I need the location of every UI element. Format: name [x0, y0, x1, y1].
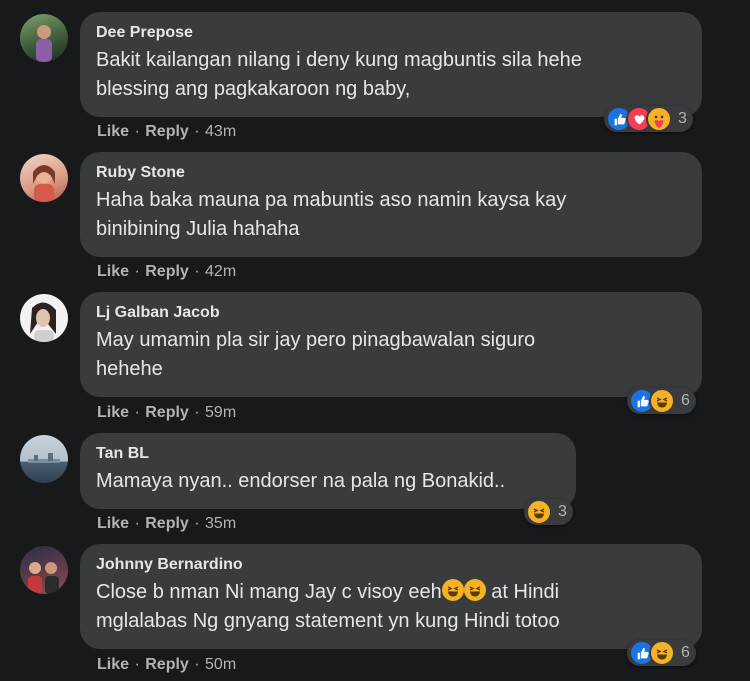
comment-line: Close b nman Ni mang Jay c visoy eeh at …: [96, 578, 686, 607]
reaction-count: 6: [681, 392, 690, 409]
reply-link[interactable]: Reply: [145, 404, 189, 421]
avatar[interactable]: [20, 14, 68, 62]
comment-line: binibining Julia hahaha: [96, 218, 300, 240]
comment-bubble: Ruby Stone Haha baka mauna pa mabuntis a…: [80, 152, 702, 257]
avatar-photo: [33, 165, 55, 202]
separator: ·: [189, 263, 205, 280]
avatar-photo: [28, 453, 60, 463]
reaction-count: 6: [681, 644, 690, 661]
reaction-count: 3: [678, 110, 687, 127]
timestamp[interactable]: 35m: [205, 515, 236, 532]
avatar[interactable]: [20, 154, 68, 202]
haha-icon: [463, 579, 486, 601]
reactions-summary[interactable]: 3: [524, 499, 573, 525]
avatar[interactable]: [20, 435, 68, 483]
separator: ·: [130, 263, 145, 280]
comment-bubble: Tan BL Mamaya nyan.. endorser na pala ng…: [80, 433, 576, 509]
reply-link[interactable]: Reply: [145, 263, 189, 280]
comment-actions: Like · Reply · 59m: [97, 404, 236, 422]
like-link[interactable]: Like: [97, 404, 129, 421]
like-link[interactable]: Like: [97, 123, 129, 140]
avatar-photo: [28, 562, 59, 594]
comment-actions: Like · Reply · 50m: [97, 656, 236, 674]
comment-author[interactable]: Lj Galban Jacob: [96, 304, 686, 322]
like-link[interactable]: Like: [97, 515, 129, 532]
comment-line: Mamaya nyan.. endorser na pala ng Bonaki…: [96, 470, 506, 492]
like-link[interactable]: Like: [97, 263, 129, 280]
care-icon: [646, 106, 672, 132]
reaction-count: 3: [558, 503, 567, 520]
like-link[interactable]: Like: [97, 656, 129, 673]
comment-text: Bakit kailangan nilang i deny kung magbu…: [96, 46, 686, 104]
comment-bubble: Dee Prepose Bakit kailangan nilang i den…: [80, 12, 702, 117]
comment-author[interactable]: Johnny Bernardino: [96, 556, 686, 574]
comment-text: Mamaya nyan.. endorser na pala ng Bonaki…: [96, 467, 560, 496]
reply-link[interactable]: Reply: [145, 656, 189, 673]
comment-author[interactable]: Tan BL: [96, 445, 560, 463]
comment-line: mglalabas Ng gnyang statement yn kung Hi…: [96, 610, 560, 632]
comment-actions: Like · Reply · 43m: [97, 123, 236, 141]
comment-line: Haha baka mauna pa mabuntis aso namin ka…: [96, 189, 567, 211]
comment-text: Close b nman Ni mang Jay c visoy eeh at …: [96, 578, 686, 636]
avatar-photo: [30, 302, 56, 342]
separator: ·: [130, 515, 145, 532]
comment-line: hehehe: [96, 358, 163, 380]
comment-author[interactable]: Dee Prepose: [96, 24, 686, 42]
comment-actions: Like · Reply · 42m: [97, 263, 236, 281]
comment-line: Bakit kailangan nilang i deny kung magbu…: [96, 49, 582, 71]
comment-text: Haha baka mauna pa mabuntis aso namin ka…: [96, 186, 686, 244]
reactions-summary[interactable]: 6: [627, 640, 696, 666]
separator: ·: [189, 656, 205, 673]
comment-bubble: Johnny Bernardino Close b nman Ni mang J…: [80, 544, 702, 649]
separator: ·: [130, 404, 145, 421]
separator: ·: [189, 515, 205, 532]
comment-text: May umamin pla sir jay pero pinagbawalan…: [96, 326, 686, 384]
timestamp[interactable]: 50m: [205, 656, 236, 673]
separator: ·: [189, 123, 205, 140]
separator: ·: [189, 404, 205, 421]
separator: ·: [130, 656, 145, 673]
reply-link[interactable]: Reply: [145, 515, 189, 532]
avatar-photo: [36, 25, 52, 62]
comment-line: blessing ang pagkakaroon ng baby,: [96, 78, 411, 100]
haha-icon: [649, 388, 675, 414]
avatar[interactable]: [20, 546, 68, 594]
comment-actions: Like · Reply · 35m: [97, 515, 236, 533]
timestamp[interactable]: 42m: [205, 263, 236, 280]
haha-icon: [441, 579, 464, 601]
timestamp[interactable]: 43m: [205, 123, 236, 140]
haha-icon: [526, 499, 552, 525]
reply-link[interactable]: Reply: [145, 123, 189, 140]
reactions-summary[interactable]: 6: [627, 388, 696, 414]
separator: ·: [130, 123, 145, 140]
timestamp[interactable]: 59m: [205, 404, 236, 421]
comment-line: May umamin pla sir jay pero pinagbawalan…: [96, 329, 536, 351]
comment-text-segment: at Hindi: [485, 581, 560, 603]
comment-text-segment: Close b nman Ni mang Jay c visoy eeh: [96, 581, 442, 603]
reactions-summary[interactable]: 3: [604, 106, 693, 132]
comment-author[interactable]: Ruby Stone: [96, 164, 686, 182]
avatar[interactable]: [20, 294, 68, 342]
comment-bubble: Lj Galban Jacob May umamin pla sir jay p…: [80, 292, 702, 397]
haha-icon: [649, 640, 675, 666]
